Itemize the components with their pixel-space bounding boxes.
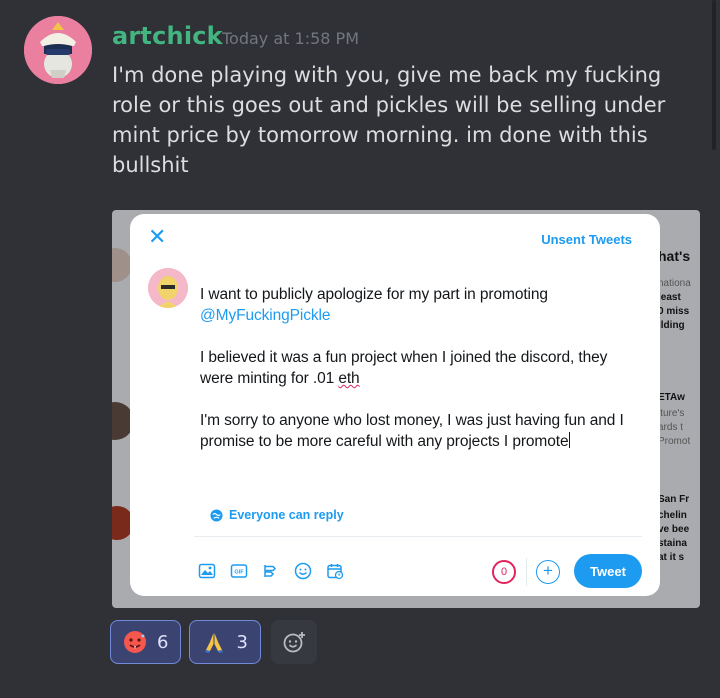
- character-count: 0: [492, 560, 516, 584]
- unsent-tweets-link[interactable]: Unsent Tweets: [541, 232, 632, 247]
- reaction-folded-hands[interactable]: 3: [189, 620, 261, 664]
- text-caret: [568, 432, 570, 448]
- close-icon[interactable]: ✕: [148, 226, 166, 248]
- reactions-bar: 6 3: [110, 620, 317, 664]
- background-text: ilding: [658, 320, 685, 331]
- reaction-count: 3: [236, 631, 248, 653]
- emoji-icon[interactable]: [292, 560, 314, 582]
- add-tweet-button[interactable]: +: [536, 560, 560, 584]
- scrollbar[interactable]: [712, 0, 716, 150]
- background-text: 0 miss: [658, 306, 690, 317]
- tweet-compose-modal: ✕ Unsent Tweets I want to publicly apolo…: [130, 214, 660, 596]
- svg-text:GIF: GIF: [234, 570, 244, 576]
- message-content: I'm done playing with you, give me back …: [112, 63, 666, 177]
- reply-setting-label: Everyone can reply: [229, 508, 344, 522]
- background-avatar: [112, 248, 132, 282]
- background-text: staina: [658, 538, 687, 549]
- background-text: Promot: [658, 436, 691, 447]
- background-text: least: [658, 292, 681, 303]
- image-icon[interactable]: [196, 560, 218, 582]
- timestamp: Today at 1:58 PM: [222, 29, 359, 48]
- mention-link[interactable]: @MyFuckingPickle: [200, 307, 331, 324]
- avatar[interactable]: [24, 16, 92, 84]
- background-text: ETAw: [658, 392, 685, 403]
- tweet-text-input[interactable]: I want to publicly apologize for my part…: [200, 284, 640, 473]
- reaction-count: 6: [157, 631, 169, 653]
- compose-toolbar: GIF: [196, 560, 346, 582]
- username[interactable]: artchick: [112, 22, 223, 50]
- reaction-hot-face[interactable]: 6: [110, 620, 182, 664]
- divider: [526, 558, 527, 586]
- poll-icon[interactable]: [260, 560, 282, 582]
- schedule-icon[interactable]: [324, 560, 346, 582]
- gif-icon[interactable]: GIF: [228, 560, 250, 582]
- folded-hands-emoji-icon: [205, 633, 224, 653]
- tweet-paragraph-3: I'm sorry to anyone who lost money, I wa…: [200, 412, 624, 450]
- tweet-line-1: I want to publicly apologize for my part…: [200, 286, 548, 303]
- tweet-avatar: [148, 268, 188, 308]
- add-reaction-button[interactable]: [270, 620, 317, 664]
- hot-face-emoji-icon: [124, 631, 146, 653]
- tweet-button[interactable]: Tweet: [574, 554, 642, 588]
- image-attachment[interactable]: hat's nationa least 0 miss ilding ETAw l…: [112, 210, 700, 608]
- tweet-paragraph-2: I believed it was a fun project when I j…: [200, 349, 608, 387]
- background-text: chelin: [658, 510, 687, 521]
- background-text: lture's: [658, 408, 685, 419]
- background-text: at it s: [658, 552, 685, 563]
- add-reaction-icon: [283, 632, 305, 653]
- background-text: ve bee: [658, 524, 690, 535]
- divider: [194, 536, 642, 537]
- background-text: San Fr: [658, 494, 690, 505]
- globe-icon: [210, 508, 223, 522]
- background-text: hat's: [658, 248, 691, 264]
- reply-setting-button[interactable]: Everyone can reply: [210, 508, 344, 522]
- background-text: nationa: [658, 278, 691, 289]
- misspelled-word: eth: [338, 370, 360, 387]
- background-text: ards t: [658, 422, 684, 433]
